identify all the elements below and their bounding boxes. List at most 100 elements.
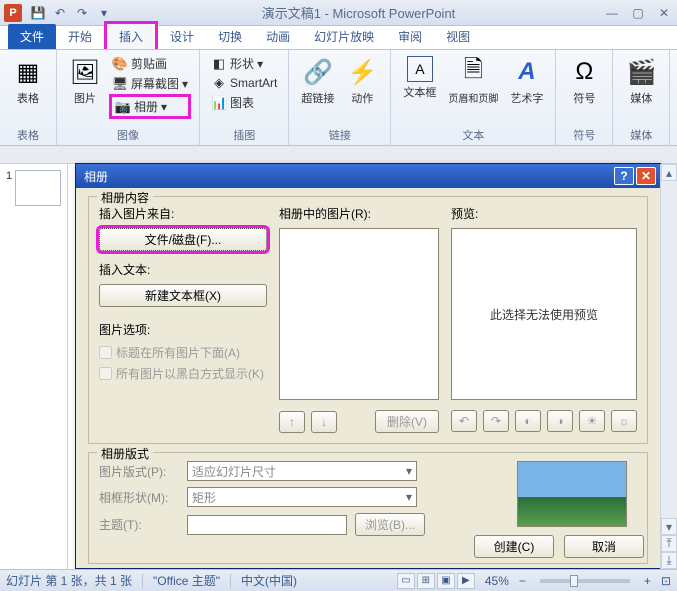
cancel-button[interactable]: 取消 bbox=[564, 535, 644, 558]
pic-layout-label: 图片版式(P): bbox=[99, 463, 179, 480]
pic-options-label: 图片选项: bbox=[99, 321, 267, 338]
browse-button[interactable]: 浏览(B)... bbox=[355, 513, 425, 536]
table-button[interactable]: ▦表格 bbox=[8, 54, 48, 110]
ribbon-group-tables: ▦表格 表格 bbox=[0, 50, 57, 145]
minimize-icon[interactable]: — bbox=[603, 4, 621, 22]
tab-review[interactable]: 审阅 bbox=[386, 24, 434, 49]
next-slide-icon[interactable]: ⤓ bbox=[661, 552, 677, 569]
close-icon[interactable]: ✕ bbox=[655, 4, 673, 22]
pics-in-album-label: 相册中的图片(R): bbox=[279, 205, 439, 222]
smartart-button[interactable]: ◈SmartArt bbox=[208, 74, 280, 92]
ribbon-group-illustrations: ◧形状▾ ◈SmartArt 📊图表 插图 bbox=[200, 50, 289, 145]
tab-insert[interactable]: 插入 bbox=[104, 21, 158, 49]
tab-file[interactable]: 文件 bbox=[8, 24, 56, 49]
ruler bbox=[0, 146, 677, 164]
dialog-title: 相册 bbox=[80, 168, 612, 185]
screenshot-button[interactable]: 🖥屏幕截图▾ bbox=[109, 74, 191, 93]
rotate-left-button[interactable]: ↶ bbox=[451, 410, 477, 432]
group-label: 文本 bbox=[399, 125, 547, 143]
textbox-icon: A bbox=[407, 56, 433, 82]
group-label: 表格 bbox=[8, 125, 48, 143]
ribbon-group-text: A文本框 🗎页眉和页脚 A艺术字 文本 bbox=[391, 50, 556, 145]
move-up-button[interactable]: ↑ bbox=[279, 411, 305, 433]
view-buttons: ▭ ⊞ ▣ ▶ bbox=[397, 573, 475, 589]
tab-transitions[interactable]: 切换 bbox=[206, 24, 254, 49]
symbol-button[interactable]: Ω符号 bbox=[564, 54, 604, 110]
clipart-button[interactable]: 🎨剪贴画 bbox=[109, 54, 191, 73]
brightness-down-button[interactable]: ☼ bbox=[611, 410, 637, 432]
insert-text-label: 插入文本: bbox=[99, 261, 267, 278]
quick-access-toolbar: 💾 ↶ ↷ ▾ bbox=[28, 3, 114, 23]
ribbon-group-images: 🖼图片 🎨剪贴画 🖥屏幕截图▾ 📷相册▾ 图像 bbox=[57, 50, 200, 145]
scroll-down-icon[interactable]: ▾ bbox=[661, 518, 677, 535]
group-label: 符号 bbox=[564, 125, 604, 143]
tab-animations[interactable]: 动画 bbox=[254, 24, 302, 49]
picture-button[interactable]: 🖼图片 bbox=[65, 54, 105, 110]
maximize-icon[interactable]: ▢ bbox=[629, 4, 647, 22]
tab-view[interactable]: 视图 bbox=[434, 24, 482, 49]
theme-input[interactable] bbox=[187, 515, 347, 535]
bw-checkbox[interactable]: 所有图片以黑白方式显示(K) bbox=[99, 365, 267, 382]
layout-preview-thumb bbox=[517, 461, 627, 527]
move-down-button[interactable]: ↓ bbox=[311, 411, 337, 433]
shapes-button[interactable]: ◧形状▾ bbox=[208, 54, 280, 73]
textbox-button[interactable]: A文本框 bbox=[399, 54, 440, 104]
remove-button[interactable]: 删除(V) bbox=[375, 410, 439, 433]
hyperlink-icon: 🔗 bbox=[302, 56, 334, 88]
album-button[interactable]: 📷相册▾ bbox=[109, 94, 191, 119]
slideshow-view-button[interactable]: ▶ bbox=[457, 573, 475, 589]
zoom-thumb[interactable] bbox=[570, 575, 578, 587]
header-footer-button[interactable]: 🗎页眉和页脚 bbox=[444, 54, 502, 109]
contrast-up-button[interactable]: ◐ bbox=[515, 410, 541, 432]
undo-icon[interactable]: ↶ bbox=[50, 3, 70, 23]
dialog-titlebar: 相册 ? ✕ bbox=[76, 164, 660, 188]
frame-shape-combo[interactable]: 矩形▾ bbox=[187, 487, 417, 507]
smartart-icon: ◈ bbox=[211, 75, 227, 91]
new-textbox-button[interactable]: 新建文本框(X) bbox=[99, 284, 267, 307]
album-content-group: 相册内容 插入图片来自: 文件/磁盘(F)... 插入文本: 新建文本框(X) … bbox=[88, 196, 648, 444]
table-icon: ▦ bbox=[12, 56, 44, 88]
zoom-slider[interactable] bbox=[540, 579, 630, 583]
window-buttons: — ▢ ✕ bbox=[603, 4, 673, 22]
tab-slideshow[interactable]: 幻灯片放映 bbox=[302, 24, 386, 49]
picture-icon: 🖼 bbox=[69, 56, 101, 88]
zoom-in-button[interactable]: + bbox=[644, 574, 651, 588]
brightness-up-button[interactable]: ☀ bbox=[579, 410, 605, 432]
action-button[interactable]: ⚡动作 bbox=[342, 54, 382, 110]
zoom-percent[interactable]: 45% bbox=[485, 574, 509, 588]
wordart-button[interactable]: A艺术字 bbox=[506, 54, 547, 110]
contrast-down-button[interactable]: ◑ bbox=[547, 410, 573, 432]
media-button[interactable]: 🎬媒体 bbox=[621, 54, 661, 110]
prev-slide-icon[interactable]: ⤒ bbox=[661, 535, 677, 552]
help-icon[interactable]: ? bbox=[614, 167, 634, 185]
scroll-up-icon[interactable]: ▴ bbox=[661, 164, 677, 181]
file-disk-button[interactable]: 文件/磁盘(F)... bbox=[99, 228, 267, 251]
media-icon: 🎬 bbox=[625, 56, 657, 88]
status-lang[interactable]: 中文(中国) bbox=[241, 572, 297, 589]
hyperlink-button[interactable]: 🔗超链接 bbox=[297, 54, 338, 110]
fit-window-button[interactable]: ⊡ bbox=[661, 574, 671, 588]
statusbar: 幻灯片 第 1 张，共 1 张 "Office 主题" 中文(中国) ▭ ⊞ ▣… bbox=[0, 569, 677, 591]
dialog-close-icon[interactable]: ✕ bbox=[636, 167, 656, 185]
frame-shape-label: 相框形状(M): bbox=[99, 489, 179, 506]
album-pictures-listbox[interactable] bbox=[279, 228, 439, 400]
tab-design[interactable]: 设计 bbox=[158, 24, 206, 49]
redo-icon[interactable]: ↷ bbox=[72, 3, 92, 23]
tab-home[interactable]: 开始 bbox=[56, 24, 104, 49]
sorter-view-button[interactable]: ⊞ bbox=[417, 573, 435, 589]
shapes-icon: ◧ bbox=[211, 56, 227, 72]
pic-layout-combo[interactable]: 适应幻灯片尺寸▾ bbox=[187, 461, 417, 481]
caption-checkbox[interactable]: 标题在所有图片下面(A) bbox=[99, 344, 267, 361]
qat-more-icon[interactable]: ▾ bbox=[94, 3, 114, 23]
create-button[interactable]: 创建(C) bbox=[474, 535, 554, 558]
save-icon[interactable]: 💾 bbox=[28, 3, 48, 23]
thumb-1[interactable]: 1 bbox=[6, 170, 61, 206]
ribbon-group-links: 🔗超链接 ⚡动作 链接 bbox=[289, 50, 391, 145]
reading-view-button[interactable]: ▣ bbox=[437, 573, 455, 589]
vertical-scrollbar[interactable]: ▴ ▾ ⤒ ⤓ bbox=[660, 164, 677, 569]
zoom-out-button[interactable]: − bbox=[519, 574, 526, 588]
normal-view-button[interactable]: ▭ bbox=[397, 573, 415, 589]
chart-button[interactable]: 📊图表 bbox=[208, 93, 280, 112]
ribbon-group-symbols: Ω符号 符号 bbox=[556, 50, 613, 145]
rotate-right-button[interactable]: ↷ bbox=[483, 410, 509, 432]
